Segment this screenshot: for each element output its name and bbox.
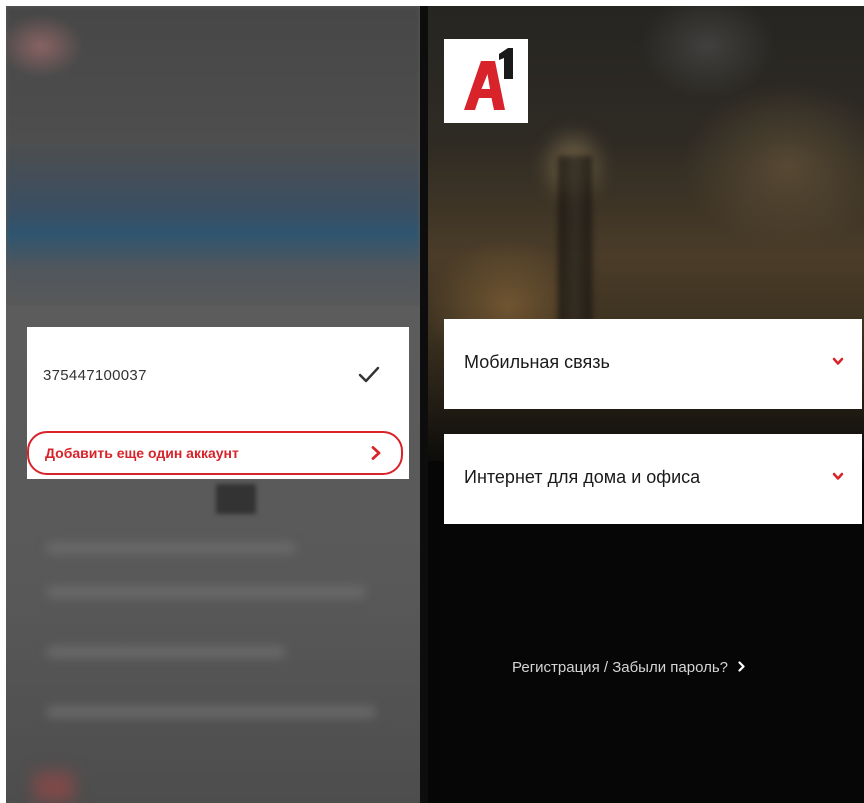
check-icon (358, 366, 380, 383)
blurred-content-line (46, 706, 376, 718)
register-link-label: Регистрация / Забыли пароль? (512, 659, 728, 676)
blurred-content-line (46, 646, 286, 658)
screen-divider (420, 6, 428, 803)
chevron-right-icon (371, 446, 381, 460)
left-screen: 375447100037 Добавить еще один аккаунт (6, 6, 420, 803)
chevron-down-icon (832, 357, 844, 365)
add-account-label: Добавить еще один аккаунт (45, 445, 239, 461)
section-mobile[interactable]: Мобильная связь (444, 319, 862, 409)
account-number[interactable]: 375447100037 (43, 367, 147, 384)
add-account-button[interactable]: Добавить еще один аккаунт (27, 431, 403, 475)
blurred-content-line (46, 542, 296, 554)
right-screen: Мобильная связь Интернет для дома и офис… (428, 6, 864, 803)
blurred-content-icon (34, 772, 74, 802)
a1-logo-icon (464, 48, 513, 110)
section-internet[interactable]: Интернет для дома и офиса (444, 434, 862, 524)
a1-logo (444, 39, 528, 123)
blurred-content-block (216, 484, 256, 514)
chevron-right-icon (738, 661, 745, 672)
register-forgot-password-link[interactable]: Регистрация / Забыли пароль? (512, 659, 745, 676)
section-mobile-label: Мобильная связь (464, 352, 610, 372)
blurred-content-line (46, 586, 366, 598)
section-internet-label: Интернет для дома и офиса (464, 467, 701, 487)
blurred-background-top (6, 6, 420, 306)
chevron-down-icon (832, 472, 844, 480)
account-switcher-dialog: 375447100037 Добавить еще один аккаунт (27, 327, 409, 479)
